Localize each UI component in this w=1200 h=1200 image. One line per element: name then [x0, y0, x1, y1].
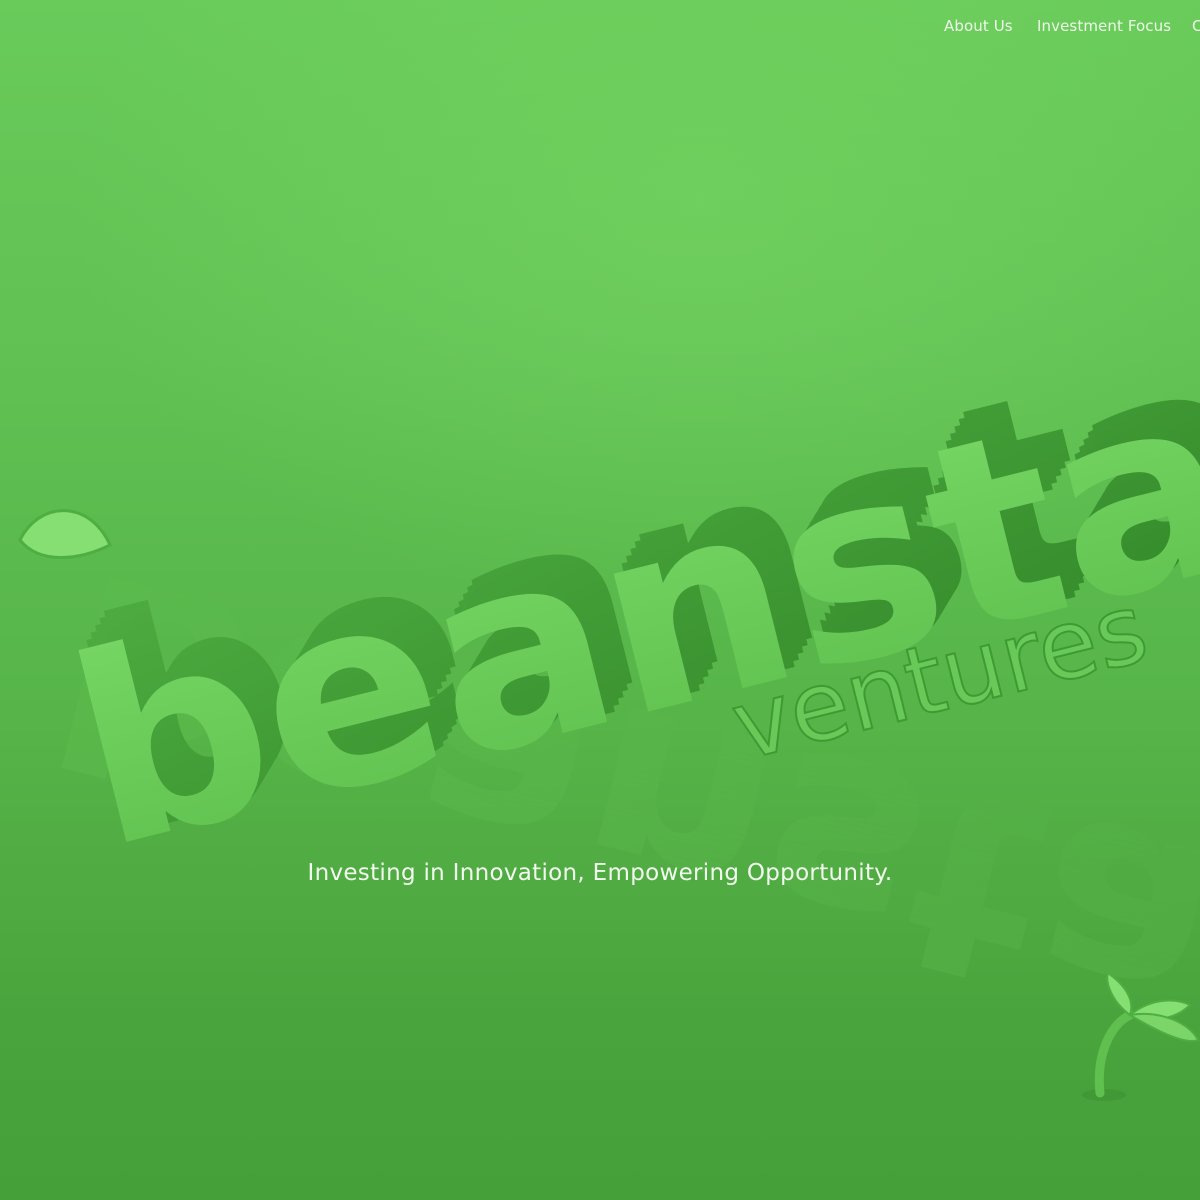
beanstalk-ventures-logo: beanstalk beanstalk beanstalk beanstalk … [18, 225, 1200, 1153]
nav-link-investment-focus[interactable]: Investment Focus [1037, 15, 1171, 37]
hero-tagline: Investing in Innovation, Empowering Oppo… [307, 860, 893, 886]
leaf-icon [18, 509, 112, 559]
nav-link-truncated[interactable]: C [1192, 15, 1200, 37]
nav-link-about-us[interactable]: About Us [944, 15, 1013, 37]
